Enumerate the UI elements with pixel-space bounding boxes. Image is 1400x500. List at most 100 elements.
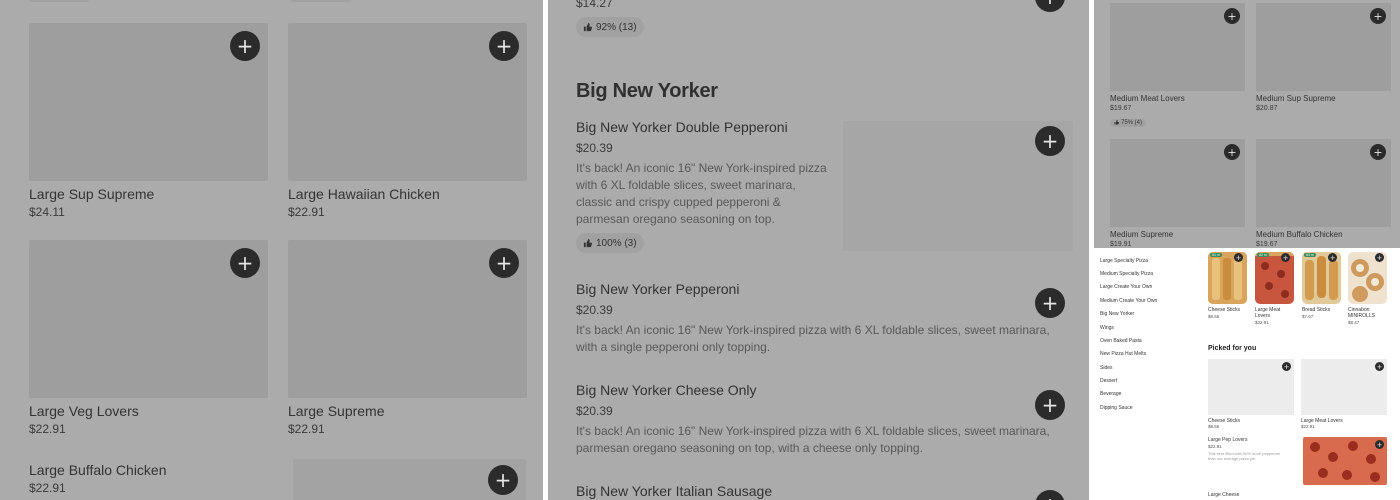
- menu-item-image: +: [1256, 3, 1391, 91]
- sidebar-item-big-new-yorker[interactable]: Big New Yorker: [1100, 311, 1134, 317]
- rating-pill-stub: [28, 0, 90, 2]
- menu-item-name: Cheese Sticks: [1208, 307, 1240, 313]
- menu-item-name: Medium Sup Supreme: [1256, 94, 1336, 103]
- menu-item-price: $22.91: [29, 422, 66, 436]
- add-item-button[interactable]: +: [488, 465, 518, 495]
- menu-card[interactable]: + Large Hawaiian Chicken $22.91: [288, 23, 527, 219]
- rank-badge: #2 m: [1257, 253, 1269, 257]
- menu-item-price: $8.47: [1348, 320, 1360, 325]
- menu-item-description: It's back! An iconic 16" New York-inspir…: [576, 323, 1050, 354]
- sidebar-item-wings[interactable]: Wings: [1100, 325, 1114, 331]
- menu-item-name[interactable]: Big New Yorker Cheese Only: [576, 382, 757, 398]
- add-item-button[interactable]: +: [230, 248, 260, 278]
- sidebar-item-medium-specialty-pizza[interactable]: Medium Specialty Pizza: [1100, 271, 1153, 277]
- sidebar-item-medium-create-your-own[interactable]: Medium Create Your Own: [1100, 298, 1157, 304]
- add-item-button[interactable]: +: [1281, 253, 1290, 262]
- rating-text: 75% (4): [1121, 119, 1143, 126]
- menu-item-description: It's back! An iconic 16" New York-inspir…: [576, 161, 827, 226]
- menu-item-price: $24.11: [29, 205, 65, 219]
- add-item-button[interactable]: +: [1328, 253, 1337, 262]
- menu-item-image: +: [288, 240, 527, 398]
- rank-badge: #1 m: [1210, 253, 1222, 257]
- menu-card[interactable]: + Medium Supreme $19.91: [1110, 139, 1245, 248]
- menu-item-name: Large Meat Lovers: [1255, 307, 1281, 319]
- menu-item-description: This item filled with 50% more pepperoni…: [1208, 451, 1281, 461]
- menu-item-image: +: [29, 240, 268, 398]
- rating-pill-stub: [290, 0, 352, 2]
- thumbs-up-icon: [583, 238, 592, 247]
- menu-item-price: $22.91: [1208, 444, 1222, 449]
- add-item-button[interactable]: +: [1375, 253, 1384, 262]
- sidebar-item-large-create-your-own[interactable]: Large Create Your Own: [1100, 284, 1152, 290]
- sidebar-item-dipping-sauce[interactable]: Dipping Sauce: [1100, 405, 1133, 411]
- menu-item-price: $20.39: [576, 404, 613, 418]
- menu-card[interactable]: + Medium Sup Supreme $20.87: [1256, 3, 1391, 112]
- add-item-button[interactable]: +: [1370, 144, 1386, 160]
- menu-item-name: Bread Sticks: [1302, 307, 1331, 313]
- menu-item-description: It's back! An iconic 16" New York-inspir…: [576, 424, 1050, 455]
- menu-item-name: Medium Meat Lovers: [1110, 94, 1185, 103]
- rating-badge: 75% (4): [1110, 118, 1147, 127]
- add-item-button[interactable]: +: [230, 31, 260, 61]
- add-item-button[interactable]: +: [1035, 126, 1065, 156]
- rating-badge: 100% (3): [576, 233, 644, 253]
- add-item-button[interactable]: +: [1375, 362, 1384, 371]
- menu-item-price: $19.67: [1110, 105, 1132, 112]
- menu-item-image: +: [1110, 3, 1245, 91]
- menu-card[interactable]: + Medium Meat Lovers $19.67 75% (4): [1110, 3, 1245, 130]
- menu-item-name: Large Veg Lovers: [29, 403, 139, 419]
- menu-item-price: $19.91: [1110, 241, 1132, 248]
- add-item-button[interactable]: +: [1370, 8, 1386, 24]
- add-item-button[interactable]: +: [1035, 490, 1065, 500]
- add-item-button[interactable]: +: [489, 31, 519, 61]
- sidebar-item-new-pizza-hut-melts[interactable]: New Pizza Hut Melts: [1100, 351, 1146, 357]
- menu-item-price: $20.39: [576, 303, 613, 317]
- add-item-button[interactable]: +: [1234, 253, 1243, 262]
- thumbs-up-icon: [1114, 120, 1119, 125]
- menu-card[interactable]: + Large Sup Supreme $24.11: [29, 23, 268, 219]
- screenshot-collage: + Large Sup Supreme $24.11 + Large Hawai…: [0, 0, 1400, 500]
- sidebar-item-beverage[interactable]: Beverage: [1100, 391, 1121, 397]
- menu-item-name[interactable]: Big New Yorker Pepperoni: [576, 281, 739, 297]
- menu-item-image: +: [29, 23, 268, 181]
- add-item-button[interactable]: +: [1282, 362, 1291, 371]
- menu-item-price: $22.91: [288, 205, 325, 219]
- menu-card[interactable]: Large Buffalo Chicken $22.91: [29, 457, 268, 495]
- menu-item-image: +: [288, 23, 527, 181]
- menu-card[interactable]: + Large Supreme $22.91: [288, 240, 527, 436]
- sidebar-item-oven-baked-pasta[interactable]: Oven Baked Pasta: [1100, 338, 1142, 344]
- sidebar-item-large-specialty-pizza[interactable]: Large Specialty Pizza: [1100, 258, 1148, 264]
- menu-item-price: $20.39: [576, 141, 613, 155]
- sidebar-item-sides[interactable]: Sides: [1100, 365, 1113, 371]
- menu-item-price: $14.27: [576, 0, 613, 10]
- add-item-button[interactable]: +: [489, 248, 519, 278]
- menu-item-image: +: [1256, 139, 1391, 227]
- large-pizza-grid-panel: + Large Sup Supreme $24.11 + Large Hawai…: [0, 0, 543, 500]
- menu-item-name: Large Buffalo Chicken: [29, 462, 167, 478]
- menu-item-name[interactable]: Big New Yorker Italian Sausage: [576, 483, 772, 499]
- menu-item-name: Large Sup Supreme: [29, 186, 155, 202]
- menu-item-name: Medium Buffalo Chicken: [1256, 230, 1343, 239]
- menu-item-name[interactable]: Big New Yorker Double Pepperoni: [576, 119, 788, 135]
- menu-card[interactable]: + Medium Buffalo Chicken $19.67: [1256, 139, 1391, 248]
- menu-item-price: $20.87: [1256, 105, 1278, 112]
- add-item-button[interactable]: +: [1375, 440, 1384, 449]
- thumbs-up-icon: [583, 22, 592, 31]
- menu-item-price: $8.55: [1208, 314, 1220, 319]
- menu-overview-panel: Large Specialty Pizza Medium Specialty P…: [1094, 252, 1400, 500]
- medium-pizza-grid-panel: + Medium Meat Lovers $19.67 75% (4) + Me…: [1094, 0, 1400, 248]
- menu-item-price: $22.91: [1255, 320, 1269, 325]
- add-item-button[interactable]: +: [1035, 0, 1065, 12]
- add-item-button[interactable]: +: [1224, 144, 1240, 160]
- rating-text: 92% (13): [596, 21, 637, 33]
- add-item-button[interactable]: +: [1035, 390, 1065, 420]
- rank-badge: #3 m: [1304, 253, 1316, 257]
- sidebar-item-dessert[interactable]: Dessert: [1100, 378, 1117, 384]
- rating-text: 100% (3): [596, 237, 637, 249]
- big-new-yorker-list-panel: $14.27 + 92% (13) Big New Yorker Big New…: [548, 0, 1089, 500]
- add-item-button[interactable]: +: [1224, 8, 1240, 24]
- menu-item-name: Large Hawaiian Chicken: [288, 186, 440, 202]
- add-item-button[interactable]: +: [1035, 288, 1065, 318]
- menu-card[interactable]: + Large Veg Lovers $22.91: [29, 240, 268, 436]
- menu-item-price: $7.67: [1302, 314, 1314, 319]
